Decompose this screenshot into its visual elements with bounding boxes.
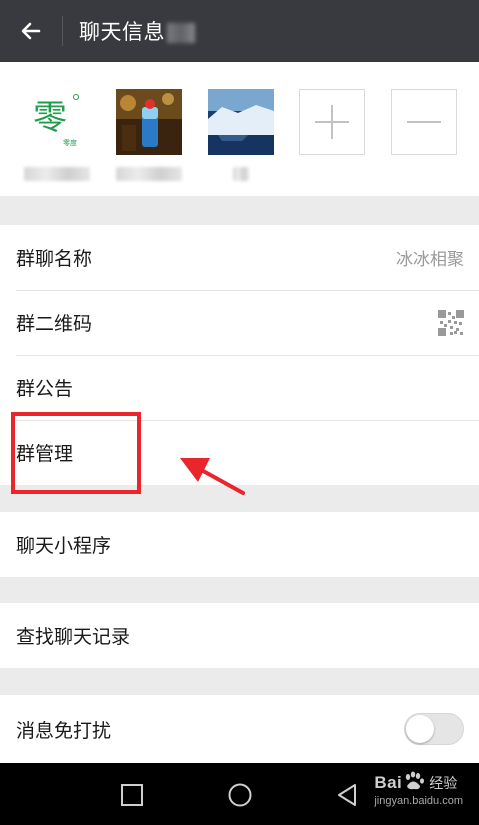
watermark-url: jingyan.baidu.com: [374, 795, 463, 807]
recent-apps-icon: [121, 784, 143, 806]
back-nav-button[interactable]: [333, 780, 363, 810]
mute-toggle[interactable]: [404, 713, 464, 745]
mini-program-row[interactable]: 聊天小程序: [0, 512, 479, 577]
member-item[interactable]: [208, 89, 274, 181]
mini-program-label: 聊天小程序: [16, 535, 112, 557]
svg-text:零度: 零度: [63, 138, 77, 147]
highlight-box: [11, 412, 141, 494]
watermark-brand: Bai: [374, 773, 403, 792]
paw-icon: [406, 771, 425, 790]
search-history-row[interactable]: 查找聊天记录: [0, 603, 479, 668]
plus-icon: [315, 105, 349, 139]
avatar: [208, 89, 274, 155]
arrow-left-icon: [21, 22, 41, 40]
recent-apps-button[interactable]: [117, 780, 147, 810]
group-name-value: 冰冰相聚: [396, 250, 464, 270]
add-member-button[interactable]: [299, 89, 365, 155]
watermark-suffix: 经验: [429, 775, 458, 791]
toggle-knob: [406, 715, 434, 743]
notification-section: 消息免打扰: [0, 695, 479, 763]
mute-label: 消息免打扰: [16, 719, 112, 742]
baidu-watermark: Bai 经验 jingyan.baidu.com: [374, 771, 463, 807]
system-navigation-bar: Bai 经验 jingyan.baidu.com: [0, 763, 479, 825]
member-name-blurred: [233, 167, 249, 181]
page-title: 聊天信息: [79, 16, 195, 46]
qr-code-icon: [438, 309, 464, 336]
group-name-row[interactable]: 群聊名称 冰冰相聚: [0, 225, 479, 290]
mini-program-section: 聊天小程序: [0, 512, 479, 577]
minus-icon: [407, 121, 441, 123]
back-button[interactable]: [0, 0, 62, 62]
member-name-blurred: [116, 167, 182, 181]
home-button[interactable]: [225, 780, 255, 810]
blurred-count: [167, 23, 195, 43]
search-section: 查找聊天记录: [0, 603, 479, 668]
home-icon: [228, 783, 252, 807]
mute-row[interactable]: 消息免打扰: [0, 695, 479, 763]
remove-member-button[interactable]: [391, 89, 457, 155]
member-name-blurred: [24, 167, 90, 181]
group-name-label: 群聊名称: [16, 248, 93, 270]
avatar: 零 零度: [24, 89, 90, 155]
avatar: [116, 89, 182, 155]
group-notice-row[interactable]: 群公告: [0, 355, 479, 420]
member-item[interactable]: 零 零度: [24, 89, 90, 181]
title-divider: [62, 16, 63, 46]
search-history-label: 查找聊天记录: [16, 626, 131, 648]
group-qr-label: 群二维码: [16, 313, 93, 335]
svg-text:零: 零: [33, 98, 67, 138]
member-item[interactable]: [116, 89, 182, 181]
group-notice-label: 群公告: [16, 378, 74, 400]
group-qr-row[interactable]: 群二维码: [0, 290, 479, 355]
title-bar: 聊天信息: [0, 0, 479, 62]
member-grid: 零 零度: [0, 62, 479, 196]
back-icon: [338, 784, 356, 806]
